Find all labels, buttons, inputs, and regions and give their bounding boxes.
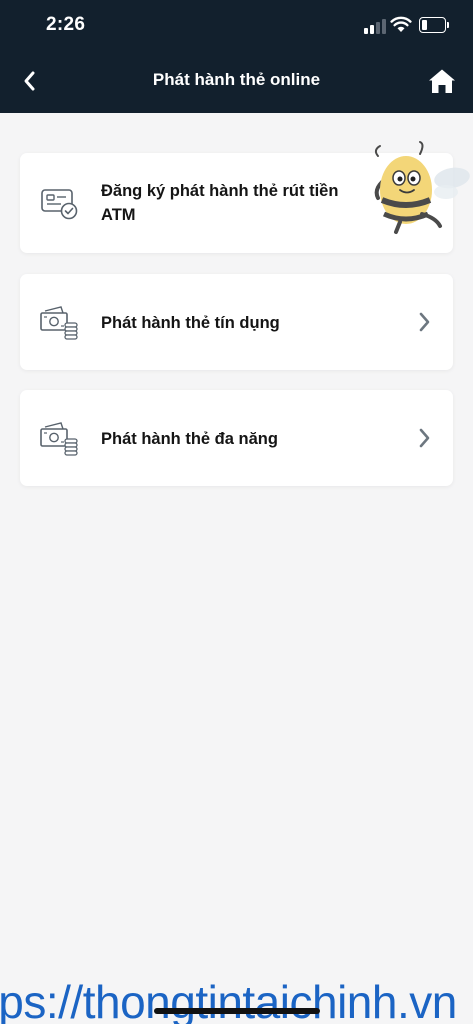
menu-item-label: Phát hành thẻ tín dụng [101,314,280,332]
cash-coins-icon [40,306,78,340]
menu-item-label: Đăng ký phát hành thẻ rút tiền ATM [101,182,339,224]
app-header: 2:26 Phát hành thẻ online [0,0,473,113]
wifi-icon [390,16,412,32]
battery-low-icon [419,17,449,33]
status-bar: 2:26 [0,0,473,52]
back-button[interactable] [14,64,44,98]
page-title: Phát hành thẻ online [152,70,321,89]
home-icon [429,69,455,93]
cash-coins-icon [40,422,78,456]
chevron-right-icon [419,312,430,332]
card-check-icon [41,189,78,220]
menu-item-multi-card[interactable]: Phát hành thẻ đa năng [20,390,453,486]
home-button[interactable] [425,64,459,98]
watermark-url: tps://thongtintaichinh.vn [0,976,457,1024]
status-time: 2:26 [46,14,86,35]
menu-item-label: Phát hành thẻ đa năng [101,430,278,448]
bee-mascot-icon[interactable] [370,140,473,235]
chevron-left-icon [24,71,35,91]
menu-item-credit-card[interactable]: Phát hành thẻ tín dụng [20,274,453,370]
signal-bars-icon [364,18,386,34]
chevron-right-icon [419,428,430,448]
main-content: Đăng ký phát hành thẻ rút tiền ATM Phát … [0,113,473,1024]
home-indicator [154,1008,320,1014]
